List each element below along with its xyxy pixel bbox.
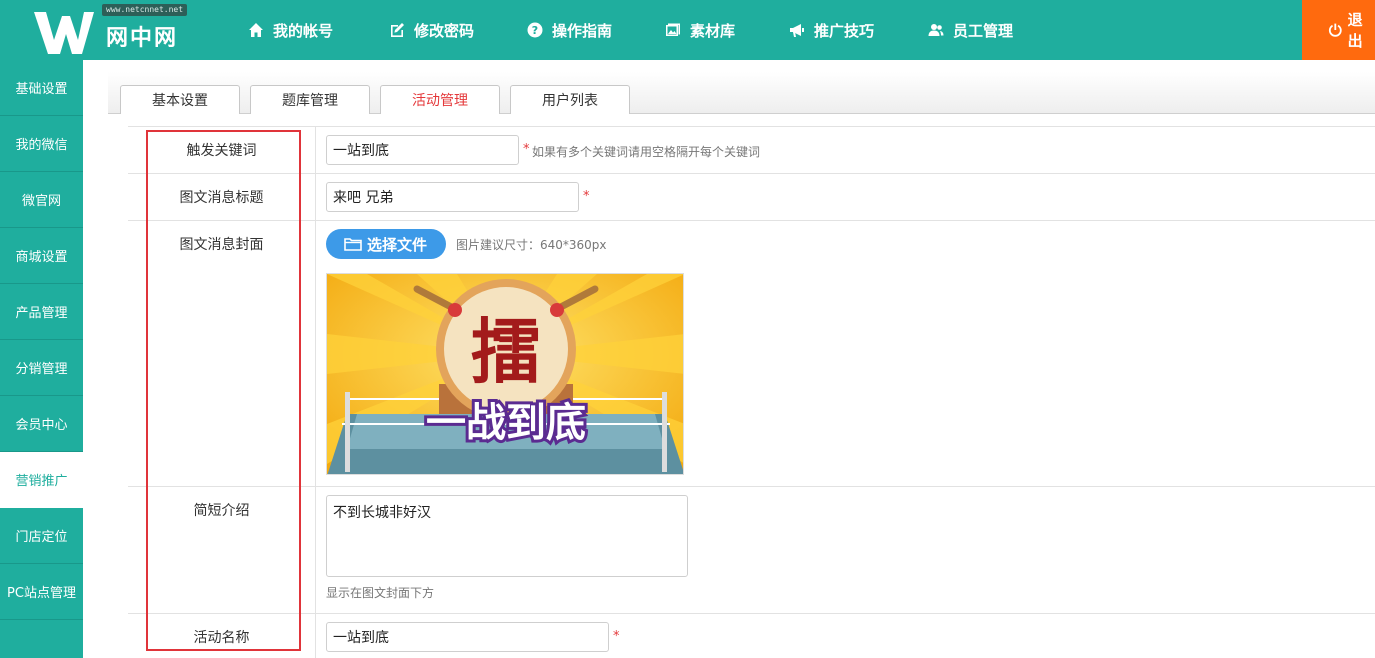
logo-url: www.netcnnet.net	[102, 4, 188, 16]
logo-w-icon	[34, 12, 94, 54]
sidebar-item-store-location[interactable]: 门店定位	[0, 508, 83, 564]
tab-activity-management[interactable]: 活动管理	[380, 85, 500, 114]
logo[interactable]: www.netcnnet.net 网中网	[32, 4, 192, 56]
sidebar-item-label: 营销推广	[15, 474, 68, 489]
cover-illustration: 擂 一战到底	[327, 274, 683, 474]
cover-image-title: 一战到底	[426, 400, 586, 446]
sidebar-item-member-center[interactable]: 会员中心	[0, 396, 83, 452]
nav-change-password[interactable]: 修改密码	[389, 0, 474, 60]
nav-guide[interactable]: ? 操作指南	[527, 0, 612, 60]
nav-label: 素材库	[690, 21, 736, 40]
tab-bar: 基本设置 题库管理 活动管理 用户列表	[108, 72, 1375, 114]
tab-label: 题库管理	[282, 93, 338, 109]
choose-file-button[interactable]: 选择文件	[326, 229, 446, 259]
nav-label: 我的帐号	[273, 21, 334, 40]
column-divider	[315, 127, 316, 658]
activity-name-input[interactable]	[326, 622, 609, 652]
tab-user-list[interactable]: 用户列表	[510, 85, 630, 114]
sidebar-item-label: 我的微信	[15, 138, 68, 153]
label-highlight-box	[146, 130, 301, 651]
sidebar-item-pc-site[interactable]: PC站点管理	[0, 564, 83, 620]
sidebar-item-basic-settings[interactable]: 基础设置	[0, 60, 83, 116]
intro-hint: 显示在图文封面下方	[326, 586, 435, 600]
sidebar-item-label: 分销管理	[15, 362, 68, 377]
cover-image-char: 擂	[471, 310, 541, 393]
nav-promotion-tips[interactable]: 推广技巧	[789, 0, 874, 60]
sidebar-item-my-wechat[interactable]: 我的微信	[0, 116, 83, 172]
choose-file-label: 选择文件	[367, 235, 428, 254]
tab-label: 活动管理	[412, 93, 468, 109]
cover-size-hint: 图片建议尺寸：640*360px	[456, 238, 607, 252]
cover-image: 擂 一战到底	[326, 273, 684, 475]
nav-material-library[interactable]: 素材库	[665, 0, 735, 60]
required-mark: *	[583, 189, 590, 204]
sidebar-item-label: PC站点管理	[7, 586, 76, 601]
keyword-input[interactable]	[326, 135, 519, 165]
required-mark: *	[523, 142, 530, 157]
sidebar: 基础设置 我的微信 微官网 商城设置 产品管理 分销管理 会员中心 营销推广 门…	[0, 60, 83, 658]
nav-label: 推广技巧	[814, 21, 875, 40]
sidebar-item-label: 产品管理	[15, 306, 68, 321]
sidebar-item-label: 基础设置	[15, 82, 68, 97]
folder-icon	[344, 238, 362, 251]
keyword-hint: 如果有多个关键词请用空格隔开每个关键词	[532, 145, 761, 159]
sidebar-item-product-management[interactable]: 产品管理	[0, 284, 83, 340]
nav-label: 修改密码	[414, 21, 475, 40]
sidebar-item-label: 会员中心	[15, 418, 68, 433]
power-icon	[1328, 23, 1342, 37]
home-icon	[249, 23, 263, 37]
users-icon	[928, 24, 944, 36]
title-input[interactable]	[326, 182, 579, 212]
tab-question-bank[interactable]: 题库管理	[250, 85, 370, 114]
nav-staff-management[interactable]: 员工管理	[928, 0, 1013, 60]
megaphone-icon	[790, 24, 804, 37]
nav-label: 操作指南	[552, 21, 613, 40]
sidebar-item-label: 商城设置	[15, 250, 68, 265]
help-icon: ?	[527, 22, 543, 38]
sidebar-item-shop-settings[interactable]: 商城设置	[0, 228, 83, 284]
tab-label: 基本设置	[152, 93, 208, 109]
logo-name: 网中网	[106, 26, 179, 51]
sidebar-item-marketing[interactable]: 营销推广	[0, 452, 83, 508]
sidebar-item-label: 门店定位	[15, 530, 68, 545]
required-mark: *	[613, 629, 620, 644]
logout-button[interactable]: 退出	[1302, 0, 1375, 60]
nav-my-account[interactable]: 我的帐号	[248, 0, 333, 60]
image-library-icon	[666, 23, 680, 36]
logout-label: 退出	[1347, 11, 1363, 50]
tab-basic-settings[interactable]: 基本设置	[120, 85, 240, 114]
sidebar-item-micro-site[interactable]: 微官网	[0, 172, 83, 228]
svg-text:?: ?	[532, 24, 538, 37]
tab-label: 用户列表	[542, 93, 598, 109]
edit-icon	[391, 23, 404, 37]
sidebar-item-label: 微官网	[21, 194, 61, 209]
nav-label: 员工管理	[953, 21, 1014, 40]
top-navbar: www.netcnnet.net 网中网 我的帐号 修改密码 ? 操作指南 素材…	[0, 0, 1375, 60]
intro-textarea[interactable]: 不到长城非好汉	[326, 495, 688, 577]
sidebar-item-distribution[interactable]: 分销管理	[0, 340, 83, 396]
